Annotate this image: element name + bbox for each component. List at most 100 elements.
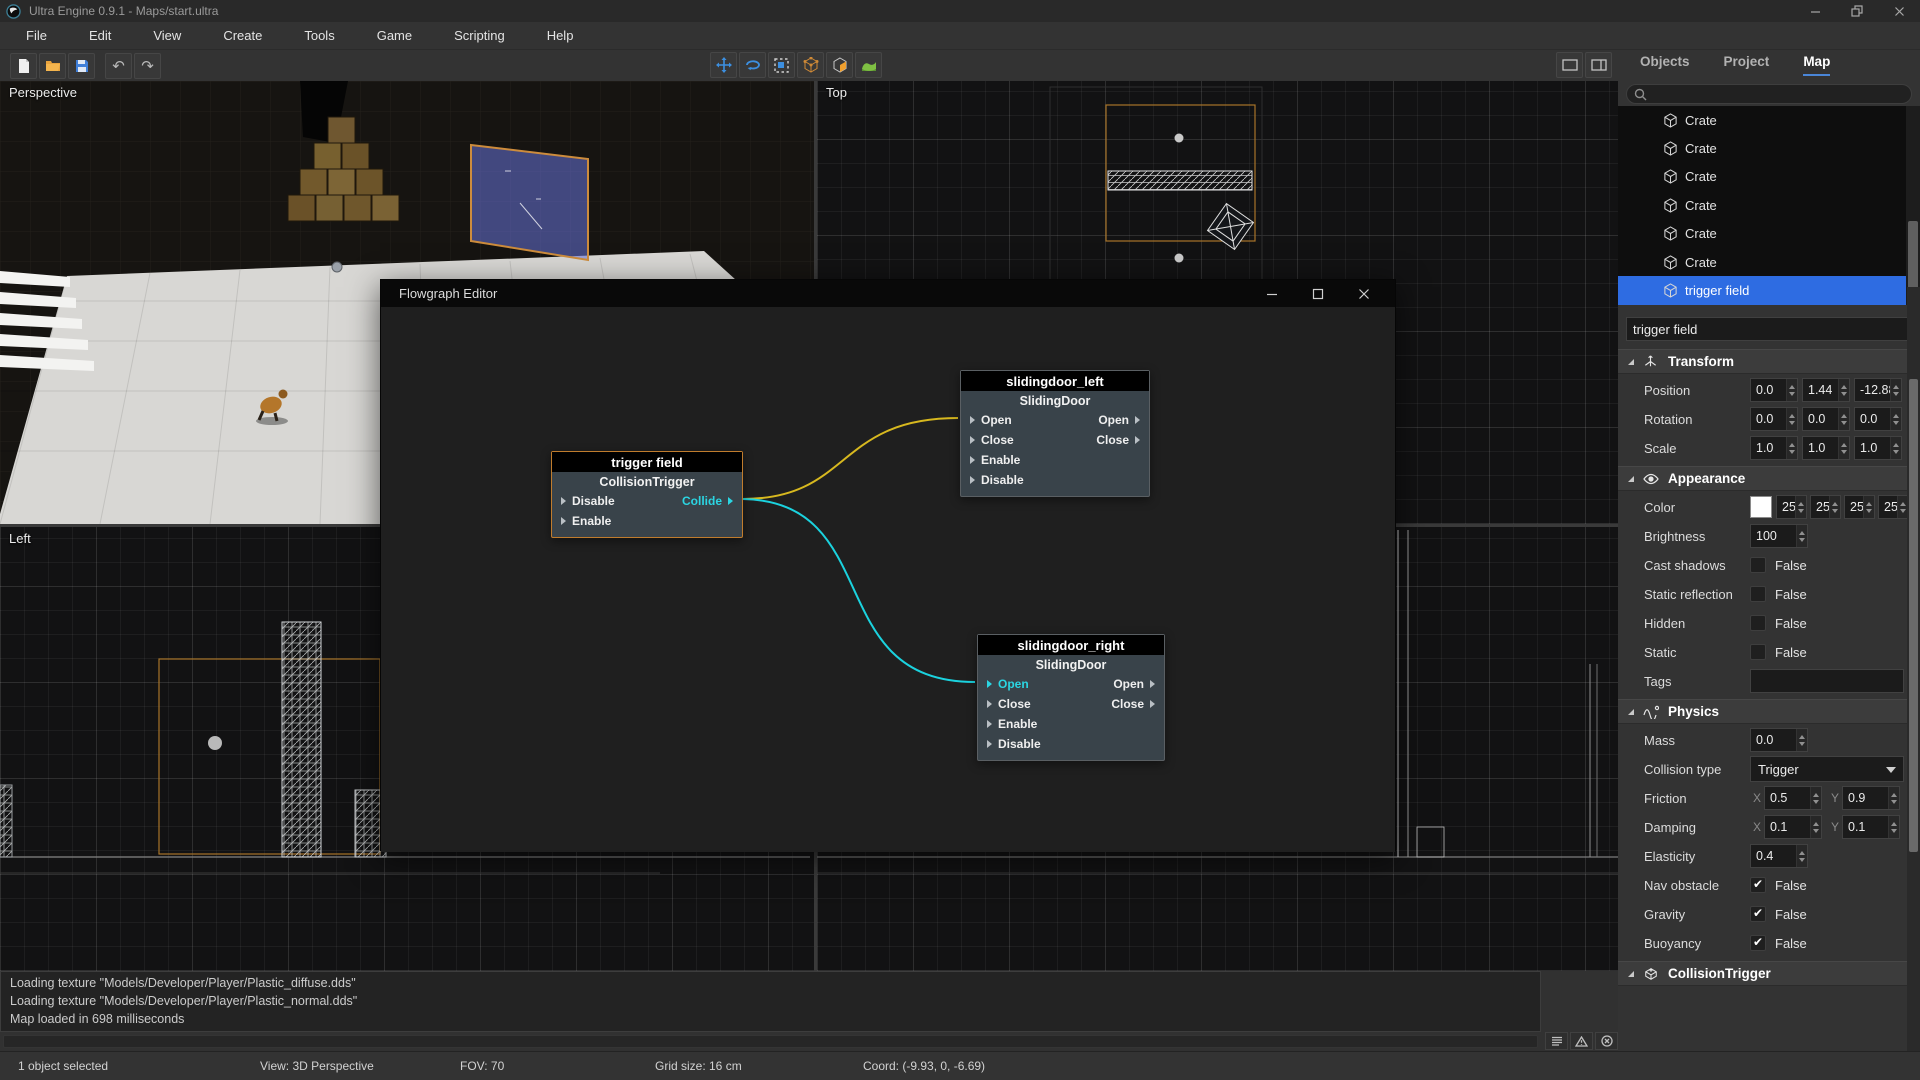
- rotation-y-field[interactable]: 0.0: [1802, 407, 1850, 431]
- search-input[interactable]: [1626, 84, 1912, 104]
- node-trigger-field[interactable]: trigger field CollisionTrigger Disable C…: [551, 451, 743, 538]
- output-pin-open[interactable]: Open: [1098, 413, 1140, 427]
- rotation-z-field[interactable]: 0.0: [1854, 407, 1902, 431]
- flowgraph-close-button[interactable]: [1341, 280, 1387, 307]
- color-swatch[interactable]: [1750, 496, 1772, 518]
- node-slidingdoor-left[interactable]: slidingdoor_left SlidingDoor Open Open C…: [960, 370, 1150, 497]
- scale-z-field[interactable]: 1.0: [1854, 436, 1902, 460]
- friction-y-field[interactable]: 0.9: [1842, 786, 1900, 810]
- move-tool-icon[interactable]: [710, 52, 737, 78]
- save-icon[interactable]: [68, 53, 95, 79]
- menu-game[interactable]: Game: [356, 28, 433, 43]
- wireframe-cube-icon[interactable]: [797, 52, 824, 78]
- color-a-field[interactable]: 25: [1878, 495, 1909, 519]
- list-item-crate[interactable]: Crate: [1618, 106, 1920, 134]
- flowgraph-maximize-button[interactable]: [1295, 280, 1341, 307]
- static-checkbox[interactable]: [1750, 644, 1766, 660]
- scale-x-field[interactable]: 1.0: [1750, 436, 1798, 460]
- errors-icon[interactable]: [1595, 1032, 1618, 1050]
- list-item-crate[interactable]: Crate: [1618, 220, 1920, 248]
- collapse-icon[interactable]: [1628, 359, 1634, 365]
- menu-help[interactable]: Help: [526, 28, 595, 43]
- input-pin-enable[interactable]: Enable: [561, 514, 611, 528]
- section-appearance[interactable]: Appearance: [1618, 466, 1920, 491]
- gravity-checkbox[interactable]: [1750, 906, 1766, 922]
- cast-shadows-checkbox[interactable]: [1750, 557, 1766, 573]
- console-output[interactable]: Loading texture "Models/Developer/Player…: [0, 971, 1541, 1032]
- menu-file[interactable]: File: [0, 28, 68, 43]
- warnings-icon[interactable]: [1570, 1032, 1593, 1050]
- scale-y-field[interactable]: 1.0: [1802, 436, 1850, 460]
- solid-cube-icon[interactable]: [826, 52, 853, 78]
- viewport-layout-single-icon[interactable]: [1556, 52, 1583, 78]
- input-pin-open[interactable]: Open: [987, 677, 1029, 691]
- open-folder-icon[interactable]: [39, 53, 66, 79]
- section-transform[interactable]: Transform: [1618, 349, 1920, 374]
- collision-type-dropdown[interactable]: Trigger: [1750, 756, 1904, 782]
- flowgraph-minimize-button[interactable]: [1249, 280, 1295, 307]
- buoyancy-checkbox[interactable]: [1750, 935, 1766, 951]
- rotate-tool-icon[interactable]: [739, 52, 766, 78]
- input-pin-enable[interactable]: Enable: [987, 717, 1037, 731]
- input-pin-disable[interactable]: Disable: [987, 737, 1041, 751]
- flowgraph-editor-window[interactable]: Flowgraph Editor trigger field Collision…: [380, 279, 1396, 851]
- menu-tools[interactable]: Tools: [283, 28, 355, 43]
- new-file-icon[interactable]: [10, 53, 37, 79]
- tags-input[interactable]: [1750, 669, 1904, 693]
- restore-button[interactable]: [1836, 0, 1878, 22]
- nav-obstacle-checkbox[interactable]: [1750, 877, 1766, 893]
- color-r-field[interactable]: 25: [1776, 495, 1807, 519]
- tab-map[interactable]: Map: [1803, 54, 1830, 76]
- input-pin-close[interactable]: Close: [987, 697, 1031, 711]
- tab-objects[interactable]: Objects: [1640, 54, 1690, 74]
- rect-select-tool-icon[interactable]: [768, 52, 795, 78]
- position-y-field[interactable]: 1.44: [1802, 378, 1850, 402]
- undo-icon[interactable]: ↶: [105, 53, 132, 79]
- tab-project[interactable]: Project: [1724, 54, 1770, 74]
- output-pin-close[interactable]: Close: [1111, 697, 1155, 711]
- menu-create[interactable]: Create: [202, 28, 283, 43]
- input-pin-disable[interactable]: Disable: [561, 494, 615, 508]
- object-name-input[interactable]: trigger field: [1626, 317, 1912, 341]
- log-list-icon[interactable]: [1545, 1032, 1568, 1050]
- redo-icon[interactable]: ↷: [134, 53, 161, 79]
- menu-edit[interactable]: Edit: [68, 28, 132, 43]
- collapse-icon[interactable]: [1628, 709, 1634, 715]
- position-z-field[interactable]: -12.88: [1854, 378, 1902, 402]
- damping-x-field[interactable]: 0.1: [1764, 815, 1822, 839]
- collapse-icon[interactable]: [1628, 476, 1634, 482]
- close-button[interactable]: [1878, 0, 1920, 22]
- hidden-checkbox[interactable]: [1750, 615, 1766, 631]
- panel-scrollbar[interactable]: [1907, 287, 1920, 1051]
- console-horizontal-scrollbar[interactable]: [3, 1035, 1538, 1048]
- brightness-field[interactable]: 100: [1750, 524, 1808, 548]
- input-pin-enable[interactable]: Enable: [970, 453, 1020, 467]
- input-pin-open[interactable]: Open: [970, 413, 1012, 427]
- rotation-x-field[interactable]: 0.0: [1750, 407, 1798, 431]
- color-b-field[interactable]: 25: [1844, 495, 1875, 519]
- list-item-crate[interactable]: Crate: [1618, 134, 1920, 162]
- collapse-icon[interactable]: [1628, 971, 1634, 977]
- list-item-crate[interactable]: Crate: [1618, 163, 1920, 191]
- viewport-layout-split-icon[interactable]: [1585, 52, 1612, 78]
- terrain-tool-icon[interactable]: [855, 52, 882, 78]
- minimize-button[interactable]: [1794, 0, 1836, 22]
- flowgraph-titlebar[interactable]: Flowgraph Editor: [381, 280, 1395, 307]
- flowgraph-canvas[interactable]: trigger field CollisionTrigger Disable C…: [381, 307, 1395, 852]
- list-item-crate[interactable]: Crate: [1618, 248, 1920, 276]
- section-physics[interactable]: Physics: [1618, 699, 1920, 724]
- static-reflection-checkbox[interactable]: [1750, 586, 1766, 602]
- list-scrollbar[interactable]: [1906, 106, 1920, 305]
- elasticity-field[interactable]: 0.4: [1750, 844, 1808, 868]
- friction-x-field[interactable]: 0.5: [1764, 786, 1822, 810]
- output-pin-close[interactable]: Close: [1096, 433, 1140, 447]
- damping-y-field[interactable]: 0.1: [1842, 815, 1900, 839]
- list-item-crate[interactable]: Crate: [1618, 191, 1920, 219]
- position-x-field[interactable]: 0.0: [1750, 378, 1798, 402]
- input-pin-close[interactable]: Close: [970, 433, 1014, 447]
- color-g-field[interactable]: 25: [1810, 495, 1841, 519]
- node-slidingdoor-right[interactable]: slidingdoor_right SlidingDoor Open Open …: [977, 634, 1165, 761]
- output-pin-collide[interactable]: Collide: [682, 494, 733, 508]
- mass-field[interactable]: 0.0: [1750, 728, 1808, 752]
- output-pin-open[interactable]: Open: [1113, 677, 1155, 691]
